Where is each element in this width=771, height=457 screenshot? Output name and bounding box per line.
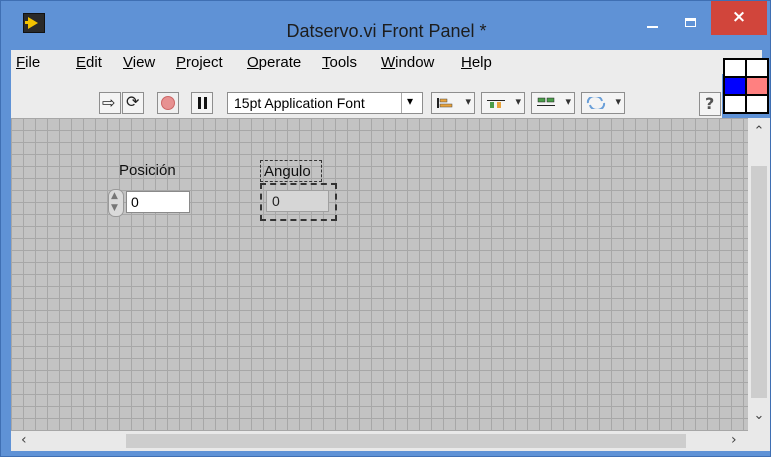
scroll-down-icon[interactable]: ⌄ (752, 408, 766, 423)
increment-arrow-icon[interactable]: ▲ (111, 191, 118, 201)
angulo-numeric-indicator[interactable]: 0 (260, 183, 337, 221)
decrement-arrow-icon[interactable]: ▼ (111, 203, 118, 213)
chevron-down-icon: ▾ (565, 95, 571, 108)
menu-tools[interactable]: Tools (322, 54, 357, 71)
connector-terminal-assigned[interactable] (724, 77, 746, 95)
align-objects-icon (437, 98, 453, 108)
pause-button[interactable] (191, 92, 213, 114)
abort-execution-button[interactable] (157, 92, 179, 114)
font-selector-value: 15pt Application Font (234, 95, 365, 111)
resize-objects-icon (537, 97, 555, 106)
minimize-button[interactable] (633, 1, 673, 35)
run-continuously-button[interactable] (122, 92, 144, 114)
menu-bar: File Edit View Project Operate Tools Win… (11, 50, 762, 74)
run-button[interactable] (99, 92, 121, 114)
horizontal-scrollbar[interactable]: ‹ › (11, 431, 748, 451)
connector-terminal[interactable] (746, 95, 768, 113)
menu-view[interactable]: View (123, 54, 155, 71)
help-icon: ? (705, 94, 715, 113)
angulo-label[interactable]: Angulo (260, 160, 322, 182)
vertical-scrollbar[interactable]: ⌃ ⌄ (748, 118, 770, 431)
reorder-icon (586, 97, 606, 109)
connector-pane-icon[interactable] (723, 58, 769, 114)
menu-edit[interactable]: Edit (76, 54, 102, 71)
menu-window[interactable]: Window (381, 54, 434, 71)
resize-objects-button[interactable]: ▾ (531, 92, 575, 114)
menu-project[interactable]: Project (176, 54, 223, 71)
maximize-button[interactable] (673, 1, 711, 35)
menu-operate[interactable]: Operate (247, 54, 301, 71)
text-settings-dropdown[interactable]: 15pt Application Font (227, 92, 423, 114)
close-button[interactable]: × (711, 1, 767, 35)
connector-terminal[interactable] (724, 59, 746, 77)
angulo-value-display: 0 (266, 190, 329, 212)
reorder-button[interactable]: ▾ (581, 92, 625, 114)
connector-terminal-assigned[interactable] (746, 77, 768, 95)
chevron-down-icon: ▾ (515, 95, 521, 108)
chevron-down-icon: ▾ (615, 95, 621, 108)
posicion-numeric-control[interactable]: ▲ ▼ 0 (108, 189, 192, 217)
scroll-right-icon[interactable]: › (731, 432, 737, 448)
scroll-left-icon[interactable]: ‹ (21, 432, 27, 448)
align-objects-button[interactable]: ▾ (431, 92, 475, 114)
close-icon: × (731, 7, 747, 27)
chevron-down-icon (401, 93, 422, 113)
title-bar[interactable]: Datservo.vi Front Panel * × (1, 1, 770, 50)
distribute-objects-button[interactable]: ▾ (481, 92, 525, 114)
scroll-up-icon[interactable]: ⌃ (752, 124, 766, 139)
distribute-objects-icon (487, 100, 505, 108)
labview-front-panel-window: Datservo.vi Front Panel * × File Edit Vi… (0, 0, 771, 457)
posicion-label[interactable]: Posición (119, 162, 176, 179)
chevron-down-icon: ▾ (465, 95, 471, 108)
posicion-value-field[interactable]: 0 (126, 191, 190, 213)
vertical-scroll-thumb[interactable] (751, 166, 767, 398)
resize-grip[interactable] (748, 431, 770, 451)
connector-terminal[interactable] (724, 95, 746, 113)
toolbar: 15pt Application Font ▾ ▾ ▾ ▾ ? (11, 74, 722, 119)
connector-terminal[interactable] (746, 59, 768, 77)
context-help-button[interactable]: ? (699, 92, 721, 116)
increment-decrement-spinner[interactable]: ▲ ▼ (108, 189, 124, 217)
horizontal-scroll-thumb[interactable] (126, 434, 686, 448)
menu-file[interactable]: File (16, 54, 40, 71)
menu-help[interactable]: Help (461, 54, 492, 71)
